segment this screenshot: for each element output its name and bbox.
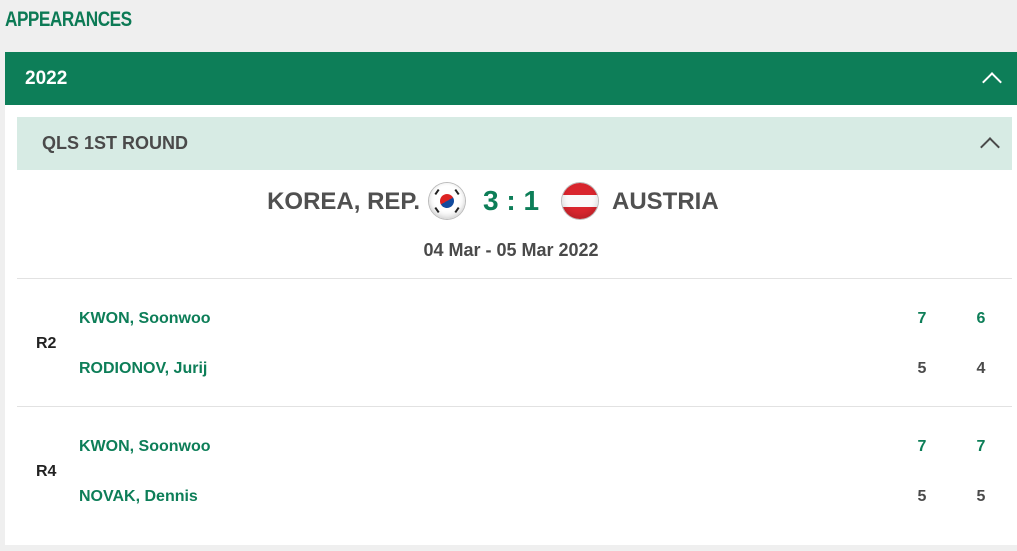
match-row: R4 KWON, Soonwoo NOVAK, Dennis 7 7 5 5 bbox=[17, 408, 1012, 533]
year-accordion-header[interactable]: 2022 bbox=[5, 52, 1017, 105]
player-name[interactable]: RODIONOV, Jurij bbox=[79, 360, 207, 378]
austria-flag-icon bbox=[562, 183, 598, 219]
chevron-up-icon[interactable] bbox=[982, 72, 1002, 92]
tie-score: 3 : 1 bbox=[482, 185, 540, 216]
round-label: QLS 1ST ROUND bbox=[42, 133, 189, 153]
set-score: 5 bbox=[976, 488, 986, 505]
rubber-label: R2 bbox=[36, 335, 57, 352]
chevron-up-icon[interactable] bbox=[980, 137, 1000, 157]
set-score: 4 bbox=[976, 360, 986, 377]
player-name[interactable]: KWON, Soonwoo bbox=[79, 438, 211, 456]
page-title: APPEARANCES bbox=[5, 8, 132, 31]
divider bbox=[17, 406, 1012, 407]
away-team-name[interactable]: AUSTRIA bbox=[612, 188, 719, 216]
set-score: 7 bbox=[976, 438, 986, 455]
set-score: 7 bbox=[917, 310, 927, 327]
year-label: 2022 bbox=[25, 68, 68, 89]
tie-dates: 04 Mar - 05 Mar 2022 bbox=[423, 240, 599, 260]
match-row: R2 KWON, Soonwoo RODIONOV, Jurij 7 6 5 4 bbox=[17, 280, 1012, 405]
player-name[interactable]: NOVAK, Dennis bbox=[79, 488, 198, 506]
set-score: 6 bbox=[976, 310, 986, 327]
round-accordion-header[interactable]: QLS 1ST ROUND bbox=[17, 117, 1012, 170]
set-score: 5 bbox=[917, 488, 927, 505]
year-panel: QLS 1ST ROUND KOREA, REP. 3 : 1 AUSTRIA … bbox=[5, 105, 1017, 545]
rubber-label: R4 bbox=[36, 463, 57, 480]
tie-summary: KOREA, REP. 3 : 1 AUSTRIA bbox=[5, 183, 1017, 223]
set-score: 5 bbox=[917, 360, 927, 377]
set-score: 7 bbox=[917, 438, 927, 455]
player-name[interactable]: KWON, Soonwoo bbox=[79, 310, 211, 328]
divider bbox=[17, 278, 1012, 279]
